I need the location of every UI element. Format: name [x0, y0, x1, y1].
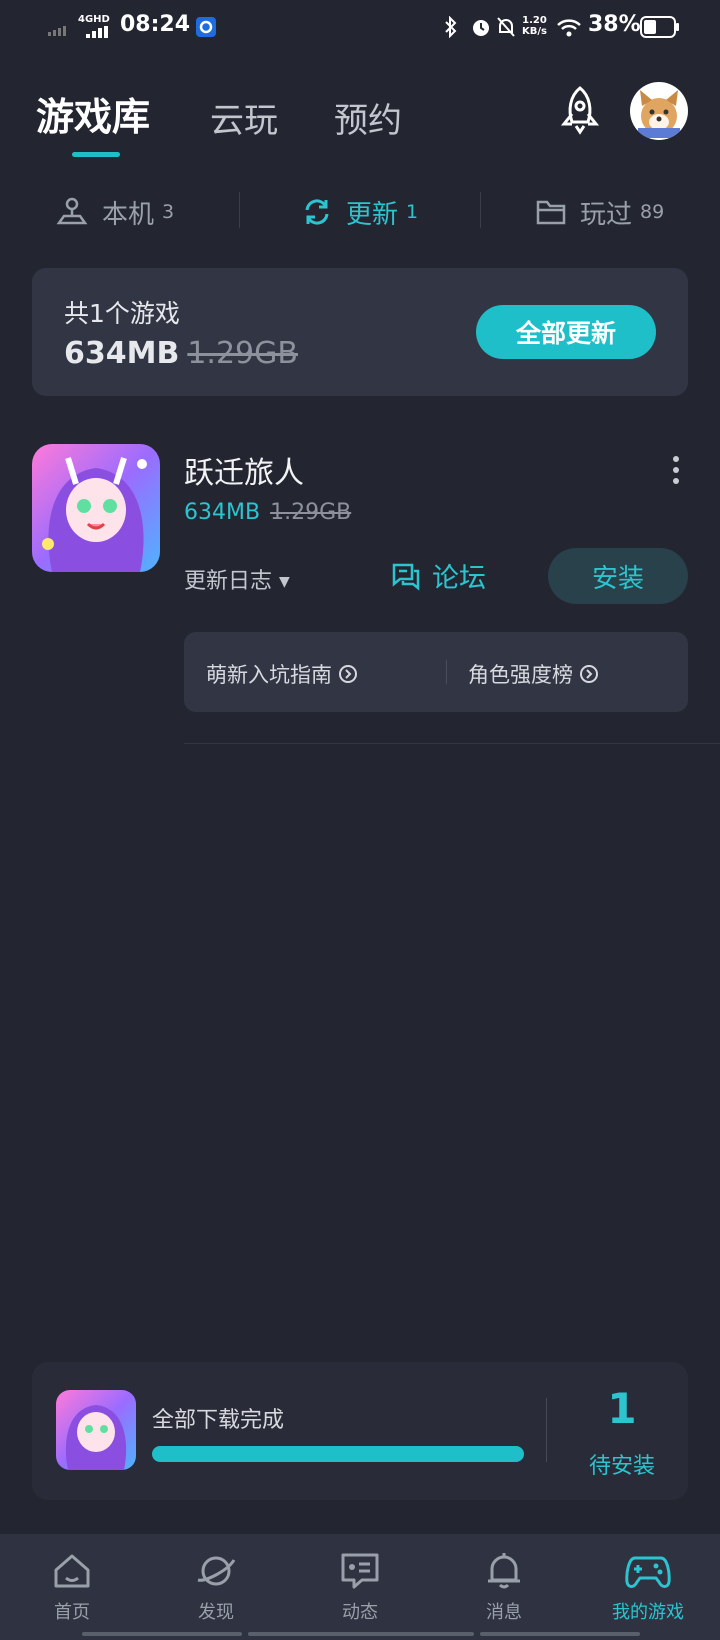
nav-messages-label: 消息 — [486, 1602, 522, 1623]
subtab-update[interactable]: 更新 1 — [302, 194, 418, 230]
subtab-played-label: 玩过 — [580, 199, 633, 230]
avatar-dog-icon — [638, 90, 680, 138]
nav-messages[interactable]: 消息 — [432, 1552, 576, 1624]
nav-feed-label: 动态 — [342, 1602, 378, 1623]
rocket-icon[interactable] — [554, 84, 606, 136]
signal-weak-icon — [48, 26, 66, 36]
tab-reservation[interactable]: 预约 — [334, 93, 402, 142]
beginner-guide-link[interactable]: 萌新入坑指南 — [206, 659, 358, 689]
subtab-update-label: 更新 — [346, 199, 399, 230]
folder-icon — [536, 200, 566, 225]
original-size: 1.29GB — [187, 336, 298, 371]
changelog-dropdown[interactable]: 更新日志 ▼ — [184, 563, 290, 595]
planet-icon — [197, 1556, 236, 1586]
divider — [184, 743, 720, 744]
gamepad-icon — [625, 1556, 671, 1588]
avatar[interactable] — [630, 82, 688, 140]
divider — [446, 660, 447, 684]
nav-my-games-label: 我的游戏 — [612, 1602, 684, 1623]
tier-list-link[interactable]: 角色强度榜 — [468, 659, 599, 689]
update-all-button[interactable]: 全部更新 — [476, 305, 656, 359]
net-speed: 1.20 KB/s — [522, 15, 547, 37]
app-notification-icon — [196, 17, 216, 37]
subtab-played[interactable]: 玩过 89 — [536, 194, 664, 230]
nav-home-label: 首页 — [54, 1602, 90, 1623]
forum-chat-icon — [392, 563, 420, 591]
active-tab-indicator — [72, 152, 120, 157]
download-game-icon — [56, 1390, 136, 1470]
tab-cloud-play[interactable]: 云玩 — [210, 93, 278, 142]
quick-links: 萌新入坑指南 角色强度榜 — [184, 632, 688, 712]
pending-install-count: 1 — [607, 1384, 637, 1433]
download-panel[interactable]: 全部下载完成 1 待安装 — [32, 1362, 688, 1500]
net-speed-unit: KB/s — [522, 26, 547, 37]
refresh-icon — [305, 199, 329, 225]
game-icon[interactable] — [32, 444, 160, 572]
net-speed-value: 1.20 — [522, 15, 547, 26]
chat-card-icon — [341, 1553, 379, 1589]
nav-my-games[interactable]: 我的游戏 — [576, 1552, 720, 1624]
forum-link[interactable]: 论坛 — [390, 556, 486, 595]
home-icon — [54, 1554, 90, 1588]
pending-install-label: 待安装 — [588, 1454, 655, 1479]
battery-percent: 38% — [588, 12, 641, 37]
game-name[interactable]: 跃迁旅人 — [184, 448, 304, 492]
subtab-local[interactable]: 本机 3 — [56, 194, 174, 230]
divider — [480, 192, 481, 228]
bottom-nav: 首页 发现 动态 消息 我的游戏 — [0, 1534, 720, 1640]
nav-home[interactable]: 首页 — [0, 1552, 144, 1624]
total-size: 634MB 1.29GB — [64, 336, 298, 371]
tier-list-label: 角色强度榜 — [468, 663, 573, 687]
gesture-bar — [480, 1632, 640, 1636]
changelog-label: 更新日志 — [184, 569, 273, 594]
clock: 08:24 — [120, 12, 191, 37]
status-bar: 4GHD 08:24 1.20 KB/s 38% — [0, 0, 720, 56]
gesture-bar — [82, 1632, 242, 1636]
game-size: 634MB 1.29GB — [184, 500, 351, 525]
chevron-circle-icon — [580, 665, 598, 683]
signal-strong-icon — [86, 26, 108, 38]
battery-icon — [640, 16, 679, 38]
game-original-size: 1.29GB — [270, 500, 352, 525]
joystick-icon — [56, 197, 88, 225]
tab-game-library[interactable]: 游戏库 — [36, 86, 150, 141]
beginner-guide-label: 萌新入坑指南 — [206, 663, 332, 687]
bluetooth-icon — [445, 16, 457, 38]
forum-label: 论坛 — [432, 563, 486, 594]
subtab-local-count: 3 — [162, 201, 175, 223]
update-size: 634MB — [64, 336, 180, 371]
gesture-bar — [248, 1632, 474, 1636]
game-update-size: 634MB — [184, 500, 261, 525]
game-art-icon — [56, 1390, 136, 1470]
wifi-icon — [557, 19, 581, 37]
subtab-update-count: 1 — [406, 201, 419, 223]
bell-icon — [488, 1553, 520, 1589]
download-status: 全部下载完成 — [152, 1408, 285, 1433]
network-type: 4GHD — [78, 14, 110, 25]
install-button[interactable]: 安装 — [548, 548, 688, 604]
caret-down-icon: ▼ — [279, 574, 290, 590]
divider — [239, 192, 240, 228]
chevron-circle-icon — [339, 665, 357, 683]
nav-feed[interactable]: 动态 — [288, 1552, 432, 1624]
divider — [546, 1398, 547, 1462]
mute-icon — [497, 17, 515, 37]
subtab-local-label: 本机 — [102, 199, 155, 230]
game-count-text: 共1个游戏 — [64, 299, 180, 328]
game-art-icon — [32, 444, 160, 572]
download-progress-bar — [152, 1446, 524, 1462]
nav-discover[interactable]: 发现 — [144, 1552, 288, 1624]
nav-discover-label: 发现 — [198, 1602, 234, 1623]
alarm-icon — [473, 20, 489, 36]
update-summary-card: 共1个游戏 634MB 1.29GB 全部更新 — [32, 268, 688, 396]
more-options-icon[interactable] — [672, 456, 680, 484]
subtab-played-count: 89 — [640, 201, 665, 223]
